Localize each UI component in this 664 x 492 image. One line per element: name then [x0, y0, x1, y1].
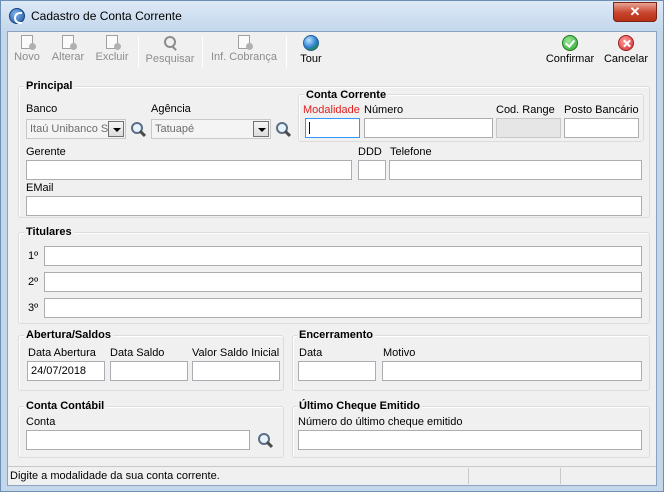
- cancel-label: Cancelar: [603, 53, 649, 65]
- principal-title: Principal: [24, 80, 75, 92]
- holder-1-input[interactable]: [44, 246, 642, 266]
- status-text: Digite a modalidade da sua conta corrent…: [10, 470, 220, 482]
- edit-icon: [62, 35, 77, 50]
- chevron-down-icon[interactable]: [108, 121, 124, 137]
- balance-date-label: Data Saldo: [110, 347, 165, 359]
- main-window: Cadastro de Conta Corrente ✕ Novo Altera…: [0, 0, 664, 492]
- billing-icon: [238, 35, 253, 50]
- bank-search-icon[interactable]: [130, 121, 146, 137]
- manager-label: Gerente: [26, 146, 66, 158]
- phone-label: Telefone: [390, 146, 432, 158]
- account-input[interactable]: [26, 430, 250, 450]
- bank-label: Banco: [26, 103, 58, 115]
- number-label: Número: [364, 104, 404, 116]
- billing-info-button[interactable]: Inf. Cobrança: [208, 35, 280, 69]
- holder-2-label: 2º: [28, 276, 39, 288]
- posto-label: Posto Bancário: [564, 104, 639, 116]
- status-bar: Digite a modalidade da sua conta corrent…: [8, 466, 656, 485]
- new-button[interactable]: Novo: [12, 35, 42, 69]
- modality-input[interactable]: [305, 118, 360, 138]
- balance-date-input[interactable]: [110, 361, 188, 381]
- bank-select[interactable]: Itaú Unibanco S: [26, 119, 126, 139]
- ddd-label: DDD: [358, 146, 382, 158]
- cancel-icon: [618, 35, 634, 51]
- closing-date-label: Data: [299, 347, 323, 359]
- last-check-input[interactable]: [298, 430, 642, 450]
- posto-input[interactable]: [564, 118, 639, 138]
- globe-icon: [303, 35, 319, 51]
- toolbar-separator: [138, 36, 139, 68]
- agency-label: Agência: [151, 103, 191, 115]
- edit-button[interactable]: Alterar: [48, 35, 88, 69]
- abertura-title: Abertura/Saldos: [24, 329, 113, 341]
- tour-label: Tour: [300, 53, 322, 65]
- cod-range-label: Cod. Range: [496, 104, 555, 116]
- agency-search-icon[interactable]: [275, 121, 291, 137]
- chevron-down-icon[interactable]: [253, 121, 269, 137]
- new-label: Novo: [14, 51, 40, 63]
- encerramento-title: Encerramento: [297, 329, 375, 341]
- holder-1-label: 1º: [28, 250, 39, 262]
- initial-balance-input[interactable]: [192, 361, 280, 381]
- delete-label: Excluir: [95, 51, 129, 63]
- holder-2-input[interactable]: [44, 272, 642, 292]
- toolbar-separator: [286, 36, 287, 68]
- ddd-input[interactable]: [358, 160, 386, 180]
- holder-3-label: 3º: [28, 302, 39, 314]
- tour-button[interactable]: Tour: [294, 35, 328, 69]
- account-label: Conta: [26, 416, 56, 428]
- form-client-area: Novo Alterar Excluir Pesquisar Inf. Cobr…: [7, 31, 657, 486]
- number-input[interactable]: [364, 118, 493, 138]
- opening-date-label: Data Abertura: [28, 347, 96, 359]
- billing-info-label: Inf. Cobrança: [210, 51, 278, 63]
- initial-balance-label: Valor Saldo Inicial: [192, 347, 280, 359]
- search-button[interactable]: Pesquisar: [144, 35, 196, 69]
- email-input[interactable]: [26, 196, 642, 216]
- closing-date-input[interactable]: [298, 361, 376, 381]
- reason-input[interactable]: [382, 361, 642, 381]
- status-divider: [468, 468, 469, 484]
- agency-value: Tatuapé: [155, 123, 195, 135]
- conta-corrente-title: Conta Corrente: [304, 89, 389, 101]
- bank-value: Itaú Unibanco S: [30, 123, 109, 135]
- status-divider: [560, 468, 561, 484]
- holder-3-input[interactable]: [44, 298, 642, 318]
- close-button[interactable]: ✕: [613, 2, 657, 22]
- confirm-label: Confirmar: [545, 53, 595, 65]
- cancel-button[interactable]: Cancelar: [602, 35, 650, 69]
- conta-contabil-title: Conta Contábil: [24, 400, 107, 412]
- account-search-icon[interactable]: [257, 432, 273, 448]
- check-icon: [562, 35, 578, 51]
- email-label: EMail: [26, 182, 54, 194]
- cod-range-input: [496, 118, 561, 138]
- edit-label: Alterar: [51, 51, 85, 63]
- text-caret: [309, 122, 310, 135]
- last-check-label: Número do último cheque emitido: [298, 416, 463, 428]
- delete-button[interactable]: Excluir: [94, 35, 130, 69]
- app-icon: [9, 8, 25, 24]
- phone-input[interactable]: [389, 160, 642, 180]
- opening-date-input[interactable]: 24/07/2018: [27, 361, 105, 381]
- toolbar: Novo Alterar Excluir Pesquisar Inf. Cobr…: [8, 32, 656, 72]
- title-bar[interactable]: Cadastro de Conta Corrente ✕: [1, 1, 663, 31]
- confirm-button[interactable]: Confirmar: [544, 35, 596, 69]
- toolbar-separator: [202, 36, 203, 68]
- search-icon: [162, 35, 178, 51]
- manager-input[interactable]: [26, 160, 352, 180]
- agency-select[interactable]: Tatuapé: [151, 119, 271, 139]
- ultimo-cheque-title: Último Cheque Emitido: [297, 400, 422, 412]
- window-title: Cadastro de Conta Corrente: [31, 9, 182, 23]
- reason-label: Motivo: [383, 347, 416, 359]
- titulares-title: Titulares: [24, 226, 74, 238]
- search-label: Pesquisar: [145, 53, 195, 65]
- delete-icon: [106, 35, 121, 50]
- modality-label: Modalidade: [303, 104, 360, 116]
- new-icon: [21, 35, 36, 50]
